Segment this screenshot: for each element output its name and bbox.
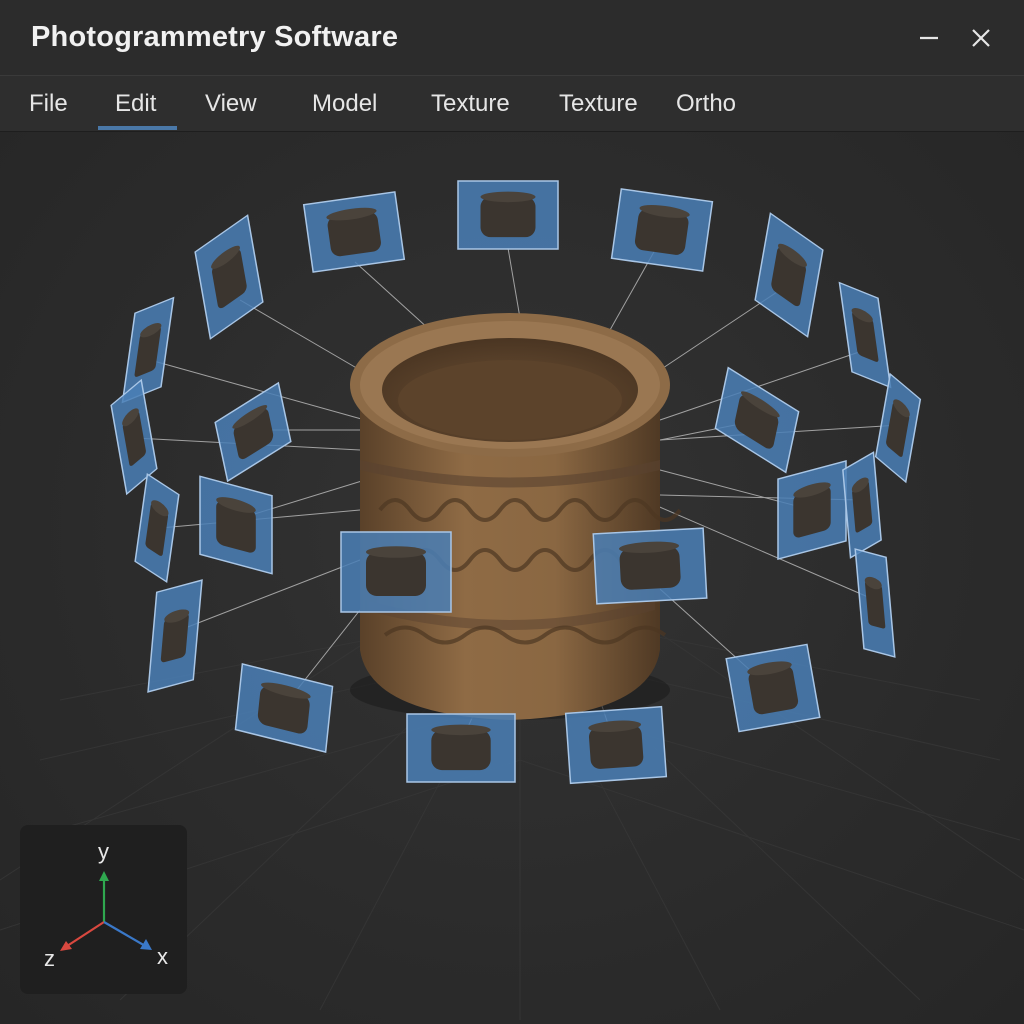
camera-frame[interactable] — [854, 548, 896, 658]
camera-frame[interactable] — [234, 663, 334, 753]
thumbnail-pot-rim — [480, 191, 536, 203]
x-axis-line — [103, 921, 148, 948]
menu-texture[interactable]: Texture — [431, 90, 510, 118]
y-axis-arrow — [99, 871, 109, 881]
menu-texture-2[interactable]: Texture — [559, 90, 638, 118]
3d-viewport[interactable]: y z x — [0, 132, 1024, 1024]
camera-frame[interactable] — [777, 459, 847, 561]
camera-frame[interactable] — [725, 643, 821, 733]
z-axis-line — [63, 921, 105, 949]
title-bar: Photogrammetry Software — [0, 0, 1024, 76]
close-icon — [972, 29, 990, 47]
camera-frame[interactable] — [199, 475, 273, 575]
stone-pot-model[interactable] — [350, 313, 682, 720]
axis-gizmo: y z x — [20, 825, 187, 994]
camera-frame[interactable] — [610, 188, 714, 272]
y-axis-label: y — [98, 839, 109, 864]
camera-frame[interactable] — [592, 527, 708, 605]
menu-ortho[interactable]: Ortho — [676, 90, 736, 118]
menu-edit[interactable]: Edit — [115, 90, 156, 118]
camera-frame[interactable] — [842, 451, 882, 559]
camera-frame[interactable] — [406, 713, 516, 783]
thumbnail-pot-rim — [366, 546, 426, 558]
camera-frame[interactable] — [134, 473, 180, 583]
thumbnail-pot-rim — [431, 724, 491, 736]
z-axis-arrow — [60, 941, 72, 951]
thumbnail-pot — [431, 729, 491, 771]
camera-frame[interactable] — [302, 191, 406, 273]
app-window: Photogrammetry Software File Edit View M… — [0, 0, 1024, 1024]
active-menu-indicator — [98, 126, 177, 130]
camera-frame[interactable] — [147, 579, 203, 693]
camera-frame[interactable] — [754, 212, 824, 338]
camera-frame[interactable] — [121, 296, 175, 404]
menu-view[interactable]: View — [205, 90, 257, 118]
menu-model[interactable]: Model — [312, 90, 377, 118]
menu-bar: File Edit View Model Texture Texture Ort… — [0, 76, 1024, 132]
camera-frame[interactable] — [340, 531, 452, 613]
thumbnail-pot — [366, 552, 426, 596]
camera-frame[interactable] — [564, 705, 668, 785]
camera-frame[interactable] — [194, 214, 264, 340]
z-axis-label: z — [44, 946, 55, 971]
camera-frame[interactable] — [838, 281, 892, 389]
camera-frame[interactable] — [457, 180, 559, 250]
camera-frame[interactable] — [714, 366, 800, 474]
close-button[interactable] — [963, 20, 999, 56]
window-title: Photogrammetry Software — [31, 21, 399, 53]
menu-file[interactable]: File — [29, 90, 68, 118]
camera-frame[interactable] — [874, 372, 922, 484]
minimize-button[interactable] — [911, 20, 947, 56]
x-axis-label: x — [157, 944, 168, 969]
camera-frame[interactable] — [214, 381, 292, 483]
thumbnail-pot — [480, 196, 536, 238]
minimize-icon — [920, 36, 938, 40]
